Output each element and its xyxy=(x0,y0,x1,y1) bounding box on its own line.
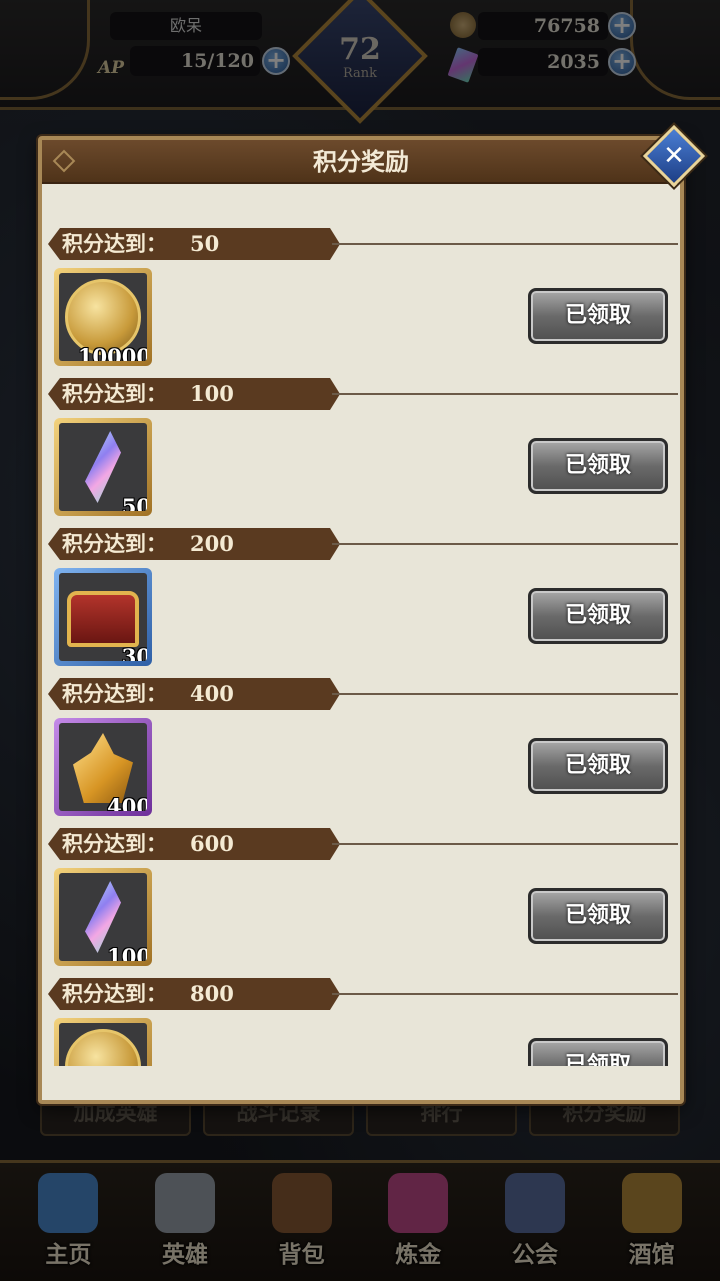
reward-tier: 积分达到： 600 100 已领取 xyxy=(42,828,680,978)
treasure-chest-icon xyxy=(67,591,139,647)
tier-label: 积分达到： xyxy=(62,681,167,706)
reward-item[interactable]: 30 xyxy=(54,568,152,666)
item-quantity: 100 xyxy=(107,944,147,961)
reward-tier: 积分达到： 800 已领取 xyxy=(42,978,680,1066)
tier-divider xyxy=(332,693,678,695)
gold-coin-icon xyxy=(65,1029,141,1066)
dialog-title: 积分奖励 xyxy=(313,147,409,176)
tier-divider xyxy=(332,993,678,995)
reward-item[interactable]: 400 xyxy=(54,718,152,816)
reward-list[interactable]: 积分达到： 50 10000 已领取 积分达到： 100 50 已领取 xyxy=(42,184,680,1066)
reward-item[interactable] xyxy=(54,1018,152,1066)
tier-divider xyxy=(332,543,678,545)
tier-points: 50 xyxy=(190,231,220,256)
amber-crystal-icon xyxy=(73,733,133,803)
claimed-button[interactable]: 已领取 xyxy=(528,438,668,494)
tier-points: 800 xyxy=(190,981,234,1006)
reward-tier: 积分达到： 200 30 已领取 xyxy=(42,528,680,678)
reward-tier: 积分达到： 400 400 已领取 xyxy=(42,678,680,828)
tier-points: 400 xyxy=(190,681,234,706)
reward-item[interactable]: 100 xyxy=(54,868,152,966)
item-quantity: 30 xyxy=(121,644,147,661)
reward-item[interactable]: 50 xyxy=(54,418,152,516)
reward-item[interactable]: 10000 xyxy=(54,268,152,366)
claimed-button[interactable]: 已领取 xyxy=(528,888,668,944)
item-quantity: 10000 xyxy=(77,344,147,361)
claimed-button[interactable]: 已领取 xyxy=(528,738,668,794)
crystal-icon xyxy=(85,881,121,953)
points-rewards-dialog: 积分奖励 积分达到： 50 10000 已领取 积分达到： 100 5 已领取 … xyxy=(38,136,684,1104)
dialog-header: 积分奖励 xyxy=(42,140,680,184)
tier-label: 积分达到： xyxy=(62,231,167,256)
tier-label: 积分达到： xyxy=(62,831,167,856)
tier-points: 100 xyxy=(190,381,234,406)
tier-points: 600 xyxy=(190,831,234,856)
tier-divider xyxy=(332,243,678,245)
claimed-button[interactable]: 已领取 xyxy=(528,288,668,344)
item-quantity: 400 xyxy=(107,794,147,811)
tier-label: 积分达到： xyxy=(62,381,167,406)
tier-divider xyxy=(332,393,678,395)
reward-tier: 积分达到： 50 10000 已领取 xyxy=(42,228,680,378)
tier-points: 200 xyxy=(190,531,234,556)
claimed-button[interactable]: 已领取 xyxy=(528,1038,668,1066)
item-quantity: 50 xyxy=(121,494,147,511)
tier-label: 积分达到： xyxy=(62,531,167,556)
tier-label: 积分达到： xyxy=(62,981,167,1006)
tier-divider xyxy=(332,843,678,845)
claimed-button[interactable]: 已领取 xyxy=(528,588,668,644)
crystal-icon xyxy=(85,431,121,503)
close-icon[interactable]: ✕ xyxy=(652,134,696,178)
reward-tier: 积分达到： 100 50 已领取 xyxy=(42,378,680,528)
